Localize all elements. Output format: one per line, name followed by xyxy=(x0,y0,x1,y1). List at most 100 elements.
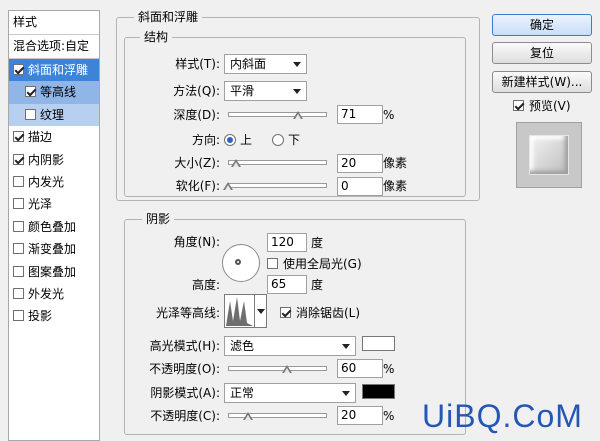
angle-label: 角度(N): xyxy=(173,235,220,249)
highlight-opacity-input[interactable]: 60 xyxy=(337,359,383,378)
depth-slider-track[interactable] xyxy=(228,112,327,117)
style-item-color-overlay[interactable]: 颜色叠加 xyxy=(9,216,99,238)
shadow-mode-select[interactable]: 正常 xyxy=(224,383,356,403)
style-item-outer-glow[interactable]: 外发光 xyxy=(9,283,99,305)
direction-label: 方向: xyxy=(191,133,220,147)
soften-slider-track[interactable] xyxy=(228,183,327,188)
blending-options-label: 混合选项:自定 xyxy=(13,39,90,53)
gloss-contour-dropdown[interactable] xyxy=(255,294,267,328)
style-item-satin[interactable]: 光泽 xyxy=(9,193,99,215)
stroke-checkbox[interactable] xyxy=(13,131,24,143)
size-label: 大小(Z): xyxy=(174,156,220,170)
highlight-mode-select[interactable]: 滤色 xyxy=(224,336,356,356)
technique-select[interactable]: 平滑 xyxy=(224,81,307,101)
global-light-label: 使用全局光(G) xyxy=(283,257,362,271)
chevron-down-icon xyxy=(293,62,301,67)
style-item-label: 斜面和浮雕 xyxy=(28,63,89,77)
angle-input[interactable]: 120 xyxy=(267,233,307,252)
anti-alias-checkbox[interactable] xyxy=(280,306,295,320)
outer-glow-checkbox[interactable] xyxy=(13,287,24,299)
style-item-label: 等高线 xyxy=(40,85,77,100)
style-item-texture[interactable]: 纹理 xyxy=(9,103,99,127)
chevron-down-icon xyxy=(293,89,301,94)
technique-label: 方法(Q): xyxy=(173,84,220,98)
direction-up-radio[interactable] xyxy=(224,134,236,146)
highlight-color-swatch[interactable] xyxy=(362,336,395,351)
highlight-opacity-track[interactable] xyxy=(228,366,327,371)
soften-label: 软化(F): xyxy=(175,179,220,193)
styles-header: 样式 xyxy=(9,11,99,35)
style-item-label: 外发光 xyxy=(28,286,65,301)
shadow-opacity-thumb[interactable] xyxy=(242,412,253,421)
anti-alias-label: 消除锯齿(L) xyxy=(296,306,361,320)
contour-checkbox[interactable] xyxy=(25,86,36,98)
style-item-drop-shadow[interactable]: 投影 xyxy=(9,305,99,327)
shadow-opacity-input[interactable]: 20 xyxy=(337,406,383,425)
angle-dial-dot xyxy=(237,261,239,263)
bevel-emboss-title: 斜面和浮雕 xyxy=(134,10,203,24)
size-input[interactable]: 20 xyxy=(337,154,383,173)
size-slider-thumb[interactable] xyxy=(230,159,241,168)
soften-input[interactable]: 0 xyxy=(337,177,383,196)
preview-swatch xyxy=(529,135,569,175)
soften-slider-thumb[interactable] xyxy=(223,182,233,191)
highlight-opacity-label: 不透明度(O): xyxy=(149,362,220,376)
depth-label: 深度(D): xyxy=(173,108,220,122)
shadow-color-swatch[interactable] xyxy=(362,384,395,399)
chevron-down-icon xyxy=(342,344,350,349)
texture-checkbox[interactable] xyxy=(25,108,36,120)
gloss-contour-label: 光泽等高线: xyxy=(155,306,220,320)
angle-dial[interactable] xyxy=(222,244,260,282)
global-light-checkbox[interactable] xyxy=(267,257,282,271)
highlight-mode-label: 高光模式(H): xyxy=(149,339,220,353)
color-overlay-checkbox[interactable] xyxy=(13,220,24,232)
structure-title: 结构 xyxy=(140,30,173,44)
new-style-button[interactable]: 新建样式(W)... xyxy=(492,71,592,93)
style-item-gradient-overlay[interactable]: 渐变叠加 xyxy=(9,238,99,260)
altitude-input[interactable]: 65 xyxy=(267,275,307,294)
highlight-opacity-thumb[interactable] xyxy=(282,365,293,374)
shadow-opacity-label: 不透明度(C): xyxy=(150,409,220,423)
style-item-label: 投影 xyxy=(28,309,53,324)
style-select[interactable]: 内斜面 xyxy=(224,54,307,74)
style-item-label: 图案叠加 xyxy=(28,264,77,279)
style-item-label: 描边 xyxy=(28,130,53,145)
gloss-contour-preview[interactable] xyxy=(224,294,255,328)
pattern-overlay-checkbox[interactable] xyxy=(13,265,24,277)
satin-checkbox[interactable] xyxy=(13,198,24,210)
chevron-down-icon xyxy=(342,391,350,396)
style-select-value: 内斜面 xyxy=(230,57,267,71)
style-item-label: 渐变叠加 xyxy=(28,242,77,257)
style-item-bevel-emboss[interactable]: 斜面和浮雕 xyxy=(9,59,99,82)
technique-select-value: 平滑 xyxy=(230,84,255,98)
ok-button[interactable]: 确定 xyxy=(492,14,592,36)
soften-unit: 像素 xyxy=(383,179,408,193)
altitude-unit: 度 xyxy=(311,278,324,292)
style-item-contour[interactable]: 等高线 xyxy=(9,81,99,104)
size-slider-track[interactable] xyxy=(228,160,327,165)
gradient-overlay-checkbox[interactable] xyxy=(13,243,24,255)
blending-options-item[interactable]: 混合选项:自定 xyxy=(9,35,99,59)
inner-glow-checkbox[interactable] xyxy=(13,175,24,187)
style-item-inner-glow[interactable]: 内发光 xyxy=(9,171,99,193)
gloss-contour-graph xyxy=(226,297,253,326)
inner-shadow-checkbox[interactable] xyxy=(13,153,24,165)
drop-shadow-checkbox[interactable] xyxy=(13,310,24,322)
direction-down-radio[interactable] xyxy=(272,134,284,146)
altitude-label: 高度: xyxy=(191,278,220,292)
style-item-stroke[interactable]: 描边 xyxy=(9,126,99,148)
bevel-emboss-checkbox[interactable] xyxy=(13,64,24,75)
style-item-inner-shadow[interactable]: 内阴影 xyxy=(9,149,99,171)
preview-label: 预览(V) xyxy=(529,99,571,113)
style-item-label: 内发光 xyxy=(28,174,65,189)
style-item-label: 光泽 xyxy=(28,197,53,212)
direction-down-label: 下 xyxy=(288,133,301,147)
style-item-pattern-overlay[interactable]: 图案叠加 xyxy=(9,261,99,283)
reset-button[interactable]: 复位 xyxy=(492,42,592,64)
preview-checkbox[interactable] xyxy=(513,99,528,113)
depth-slider-thumb[interactable] xyxy=(293,111,304,120)
style-item-label: 内阴影 xyxy=(28,152,65,167)
highlight-opacity-unit: % xyxy=(383,362,395,376)
depth-input[interactable]: 71 xyxy=(337,105,383,124)
style-label: 样式(T): xyxy=(175,57,220,71)
